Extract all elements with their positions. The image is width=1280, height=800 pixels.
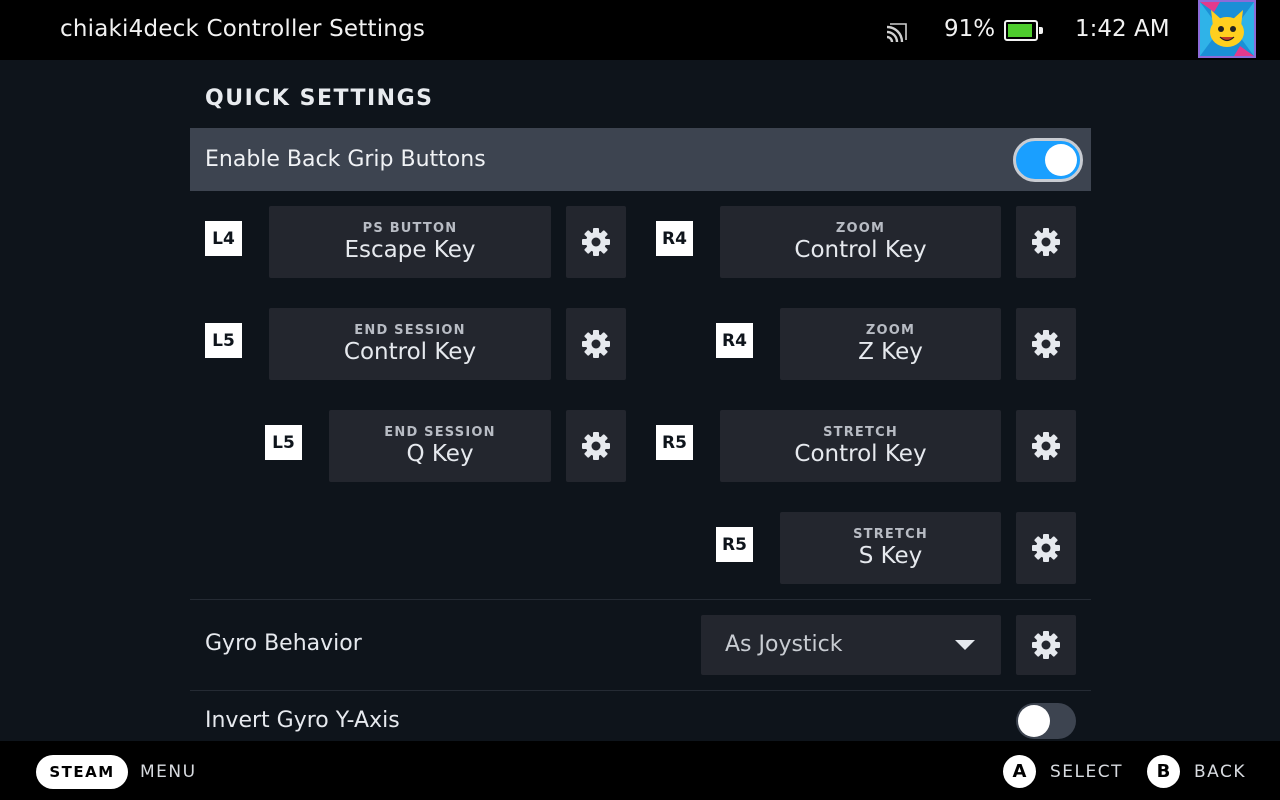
back-grip-label: Enable Back Grip Buttons [205, 147, 486, 172]
steam-button[interactable]: STEAM [36, 755, 128, 789]
key-badge-l5: L5 [205, 323, 242, 358]
select-hint: SELECT [1050, 762, 1123, 782]
a-button-icon[interactable]: A [1003, 755, 1036, 788]
gear-icon [1032, 228, 1060, 256]
gear-icon [1032, 534, 1060, 562]
cast-icon [886, 23, 907, 43]
gear-icon [1032, 330, 1060, 358]
binding-settings-button-l5-secondary[interactable] [566, 410, 626, 482]
back-grip-toggle[interactable] [1013, 138, 1083, 182]
avatar[interactable] [1198, 0, 1256, 58]
binding-button-r4[interactable]: ZOOM Control Key [720, 206, 1001, 278]
binding-button-l5[interactable]: END SESSION Control Key [269, 308, 551, 380]
binding-category: PS BUTTON [362, 221, 458, 236]
clock: 1:42 AM [1075, 16, 1170, 42]
key-badge-r5: R5 [656, 425, 693, 460]
back-hint: BACK [1194, 762, 1247, 782]
key-badge-r4-secondary: R4 [716, 323, 753, 358]
avatar-image [1200, 2, 1254, 56]
dropdown-value: As Joystick [725, 632, 843, 657]
gear-icon [582, 330, 610, 358]
binding-button-l4[interactable]: PS BUTTON Escape Key [269, 206, 551, 278]
battery-fill [1008, 24, 1032, 37]
key-badge-r4: R4 [656, 221, 693, 256]
binding-settings-button-l5[interactable] [566, 308, 626, 380]
binding-category: ZOOM [835, 221, 886, 236]
top-bar: chiaki4deck Controller Settings 91% 1:42… [0, 0, 1280, 60]
battery-icon [1004, 20, 1043, 41]
binding-settings-button-l4[interactable] [566, 206, 626, 278]
key-badge-r5-secondary: R5 [716, 527, 753, 562]
binding-category: STRETCH [823, 425, 898, 440]
binding-settings-button-r4-secondary[interactable] [1016, 308, 1076, 380]
invert-gyro-label: Invert Gyro Y-Axis [205, 708, 400, 733]
menu-hint: MENU [140, 762, 197, 782]
binding-category: STRETCH [853, 527, 928, 542]
binding-value: Control Key [343, 339, 477, 365]
binding-category: END SESSION [354, 323, 466, 338]
key-badge-l5-secondary: L5 [265, 425, 302, 460]
app-title: chiaki4deck Controller Settings [60, 16, 426, 42]
key-badge-l4: L4 [205, 221, 242, 256]
gear-icon [1032, 432, 1060, 460]
binding-settings-button-r4[interactable] [1016, 206, 1076, 278]
toggle-knob [1045, 144, 1077, 176]
divider [190, 599, 1091, 600]
binding-category: ZOOM [865, 323, 916, 338]
gyro-settings-button[interactable] [1016, 615, 1076, 675]
gyro-behavior-label: Gyro Behavior [205, 631, 362, 656]
binding-button-r5-secondary[interactable]: STRETCH S Key [780, 512, 1001, 584]
binding-value: Control Key [794, 441, 927, 467]
binding-value: S Key [858, 543, 923, 569]
binding-button-r5[interactable]: STRETCH Control Key [720, 410, 1001, 482]
binding-value: Escape Key [344, 237, 476, 263]
gear-icon [1032, 631, 1060, 659]
b-button-icon[interactable]: B [1147, 755, 1180, 788]
binding-settings-button-r5[interactable] [1016, 410, 1076, 482]
binding-value: Control Key [794, 237, 927, 263]
binding-button-l5-secondary[interactable]: END SESSION Q Key [329, 410, 551, 482]
gyro-behavior-dropdown[interactable]: As Joystick [701, 615, 1001, 675]
bottom-bar: STEAM MENU A SELECT B BACK [0, 741, 1280, 800]
binding-category: END SESSION [384, 425, 496, 440]
battery-percent: 91% [944, 16, 996, 42]
binding-value: Z Key [858, 339, 923, 365]
section-title: QUICK SETTINGS [205, 86, 434, 111]
binding-value: Q Key [406, 441, 474, 467]
gear-icon [582, 432, 610, 460]
binding-button-r4-secondary[interactable]: ZOOM Z Key [780, 308, 1001, 380]
back-grip-row[interactable]: Enable Back Grip Buttons [190, 128, 1091, 191]
divider [190, 690, 1091, 691]
chevron-down-icon [955, 640, 975, 650]
invert-gyro-toggle[interactable] [1016, 703, 1076, 739]
toggle-knob [1018, 705, 1050, 737]
gear-icon [582, 228, 610, 256]
binding-settings-button-r5-secondary[interactable] [1016, 512, 1076, 584]
